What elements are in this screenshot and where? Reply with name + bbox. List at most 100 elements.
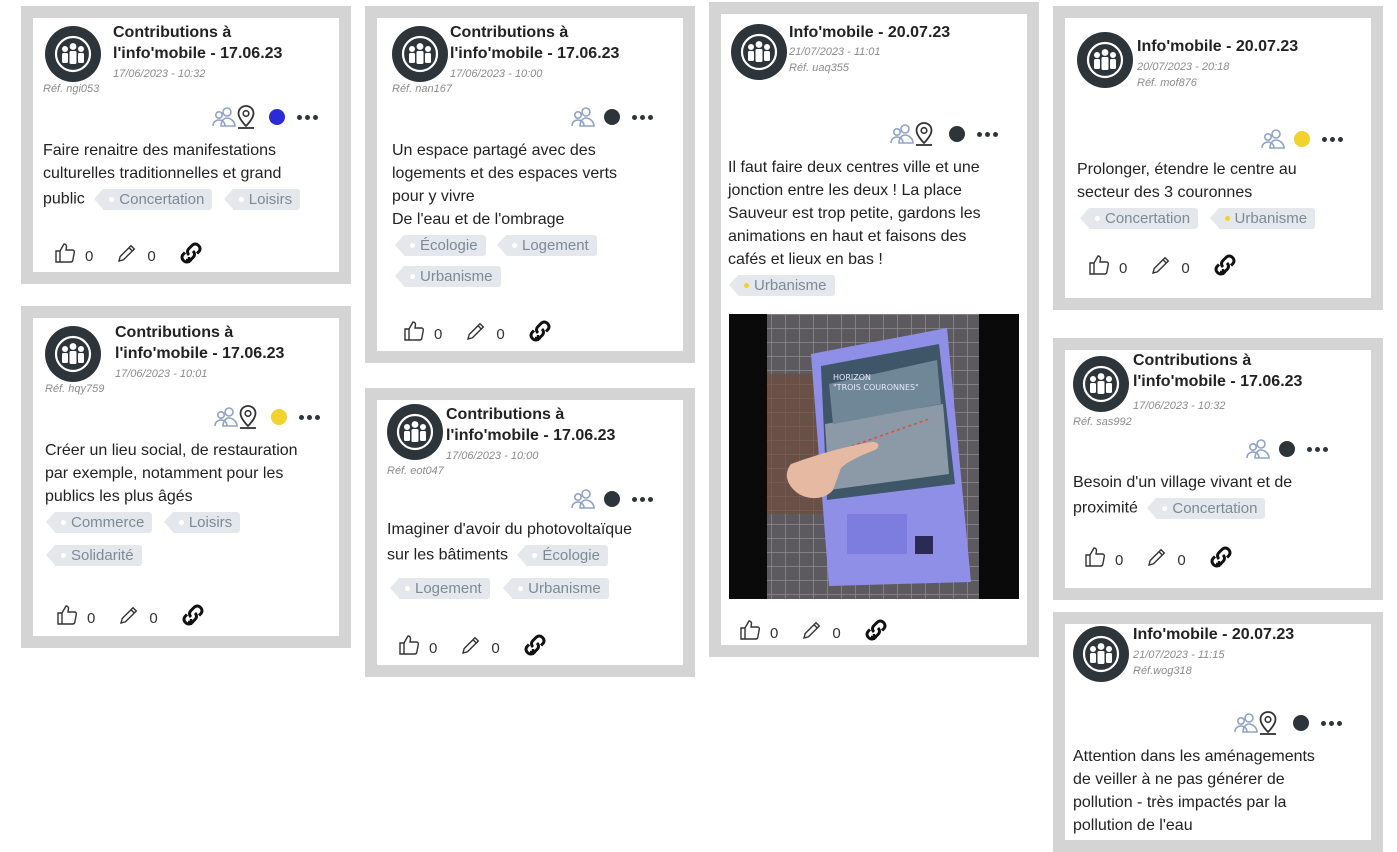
like-button[interactable]: 0 <box>738 618 778 642</box>
like-button[interactable]: 0 <box>1083 545 1123 569</box>
pencil-icon <box>464 319 488 343</box>
card-title[interactable]: Contributions à l'info'mobile - 17.06.23 <box>446 404 615 446</box>
people-search-icon[interactable] <box>1233 712 1259 734</box>
thumbs-up-icon <box>402 319 426 343</box>
card-body: Créer un lieu social, de restauration pa… <box>45 442 298 566</box>
card-title[interactable]: Info'mobile - 20.07.23 <box>1137 36 1298 57</box>
more-dots-icon[interactable] <box>1320 136 1345 142</box>
contribution-card[interactable]: Contributions à l'info'mobile - 17.06.23 … <box>365 388 695 677</box>
card-title[interactable]: Info'mobile - 20.07.23 <box>789 22 950 43</box>
tag-urbanisme[interactable]: Urbanisme <box>729 275 835 296</box>
tag-urbanisme[interactable]: Urbanisme <box>503 578 609 599</box>
card-title[interactable]: Contributions à l'info'mobile - 17.06.23 <box>450 22 619 64</box>
card-actions <box>211 104 320 130</box>
edit-button[interactable]: 0 <box>1149 253 1190 277</box>
link-add-button[interactable] <box>178 240 204 266</box>
tag-concertation[interactable]: Concertation <box>1079 208 1199 229</box>
status-dot <box>604 491 620 507</box>
map-pin-icon[interactable] <box>913 121 935 147</box>
like-button[interactable]: 0 <box>53 241 93 265</box>
more-dots-icon[interactable] <box>630 496 655 502</box>
contribution-card[interactable]: Info'mobile - 20.07.23 21/07/2023 - 11:1… <box>1053 612 1383 852</box>
contribution-card[interactable]: Contributions à l'info'mobile - 17.06.23 … <box>365 6 695 363</box>
like-button[interactable]: 0 <box>397 633 437 657</box>
tag-urbanisme[interactable]: Urbanisme <box>395 266 501 287</box>
card-title[interactable]: Info'mobile - 20.07.23 <box>1133 624 1294 645</box>
thumbs-up-icon <box>1087 253 1111 277</box>
people-search-icon[interactable] <box>1245 438 1271 460</box>
tag-ecologie[interactable]: Écologie <box>395 235 486 256</box>
card-actions <box>1245 436 1330 462</box>
thumbs-up-icon <box>1083 545 1107 569</box>
tag-loisirs[interactable]: Loisirs <box>163 512 241 533</box>
group-people-icon <box>45 326 101 382</box>
tag-concertation[interactable]: Concertation <box>1147 498 1266 519</box>
edit-button[interactable]: 0 <box>115 241 156 265</box>
tag-loisirs[interactable]: Loisirs <box>223 189 301 210</box>
more-dots-icon[interactable] <box>295 114 320 120</box>
more-dots-icon[interactable] <box>975 131 1000 137</box>
card-ref: Réf. hqy759 <box>45 383 105 395</box>
contribution-card[interactable]: Contributions à l'info'mobile - 17.06.23 … <box>21 306 351 648</box>
people-search-icon[interactable] <box>570 106 596 128</box>
map-pin-icon[interactable] <box>237 404 259 430</box>
edit-button[interactable]: 0 <box>117 603 158 627</box>
edit-button[interactable]: 0 <box>459 633 500 657</box>
card-actions <box>570 486 655 512</box>
like-button[interactable]: 0 <box>1087 253 1127 277</box>
link-add-button[interactable] <box>180 602 206 628</box>
pencil-icon <box>117 603 141 627</box>
group-people-icon <box>1073 626 1129 682</box>
card-title[interactable]: Contributions à l'info'mobile - 17.06.23 <box>1133 350 1302 392</box>
link-add-icon <box>1208 544 1234 570</box>
group-people-icon <box>392 26 448 82</box>
contribution-card[interactable]: Info'mobile - 20.07.23 20/07/2023 - 20:1… <box>1053 6 1383 310</box>
card-footer: 0 0 <box>397 632 548 658</box>
edit-button[interactable]: 0 <box>800 618 841 642</box>
contribution-photo[interactable]: HORIZON "TROIS COURONNES" <box>729 314 1019 599</box>
contribution-card[interactable]: Contributions à l'info'mobile - 17.06.23 … <box>1053 338 1383 600</box>
tag-concertation[interactable]: Concertation <box>94 189 213 210</box>
card-title[interactable]: Contributions à l'info'mobile - 17.06.23 <box>113 22 282 64</box>
people-search-icon[interactable] <box>570 488 596 510</box>
tag-logement[interactable]: Logement <box>390 578 490 599</box>
poster-caption-1: HORIZON <box>833 373 871 382</box>
link-add-button[interactable] <box>522 632 548 658</box>
people-search-icon[interactable] <box>889 123 915 145</box>
card-footer: 0 0 <box>738 617 889 643</box>
link-add-button[interactable] <box>1212 252 1238 278</box>
more-dots-icon[interactable] <box>297 414 322 420</box>
like-button[interactable]: 0 <box>55 603 95 627</box>
link-add-button[interactable] <box>1208 544 1234 570</box>
edit-button[interactable]: 0 <box>1145 545 1186 569</box>
people-search-icon[interactable] <box>211 106 237 128</box>
contribution-card[interactable]: Info'mobile - 20.07.23 21/07/2023 - 11:0… <box>709 2 1039 657</box>
more-dots-icon[interactable] <box>630 114 655 120</box>
tag-solidarite[interactable]: Solidarité <box>46 545 142 566</box>
contribution-card[interactable]: Contributions à l'info'mobile - 17.06.23 … <box>21 6 351 284</box>
map-pin-icon[interactable] <box>1257 710 1279 736</box>
link-add-icon <box>522 632 548 658</box>
people-search-icon[interactable] <box>1260 128 1286 150</box>
like-button[interactable]: 0 <box>402 319 442 343</box>
link-add-icon <box>527 318 553 344</box>
tag-ecologie[interactable]: Écologie <box>517 545 608 566</box>
edit-button[interactable]: 0 <box>464 319 505 343</box>
thumbs-up-icon <box>738 618 762 642</box>
people-search-icon[interactable] <box>213 406 239 428</box>
link-add-button[interactable] <box>527 318 553 344</box>
more-dots-icon[interactable] <box>1319 720 1344 726</box>
more-dots-icon[interactable] <box>1305 446 1330 452</box>
status-dot <box>1293 715 1309 731</box>
map-pin-icon[interactable] <box>235 104 257 130</box>
card-ref: Réf. ngi053 <box>43 83 100 95</box>
tag-logement[interactable]: Logement <box>497 235 597 256</box>
card-title[interactable]: Contributions à l'info'mobile - 17.06.23 <box>115 322 284 364</box>
link-add-button[interactable] <box>863 617 889 643</box>
tag-urbanisme[interactable]: Urbanisme <box>1209 208 1316 229</box>
pencil-icon <box>1149 253 1173 277</box>
poster-photo-image: HORIZON "TROIS COURONNES" <box>729 314 1019 599</box>
poster-caption-2: "TROIS COURONNES" <box>833 383 919 392</box>
card-body: Besoin d'un village vivant et de proximi… <box>1073 474 1293 519</box>
tag-commerce[interactable]: Commerce <box>45 512 153 533</box>
